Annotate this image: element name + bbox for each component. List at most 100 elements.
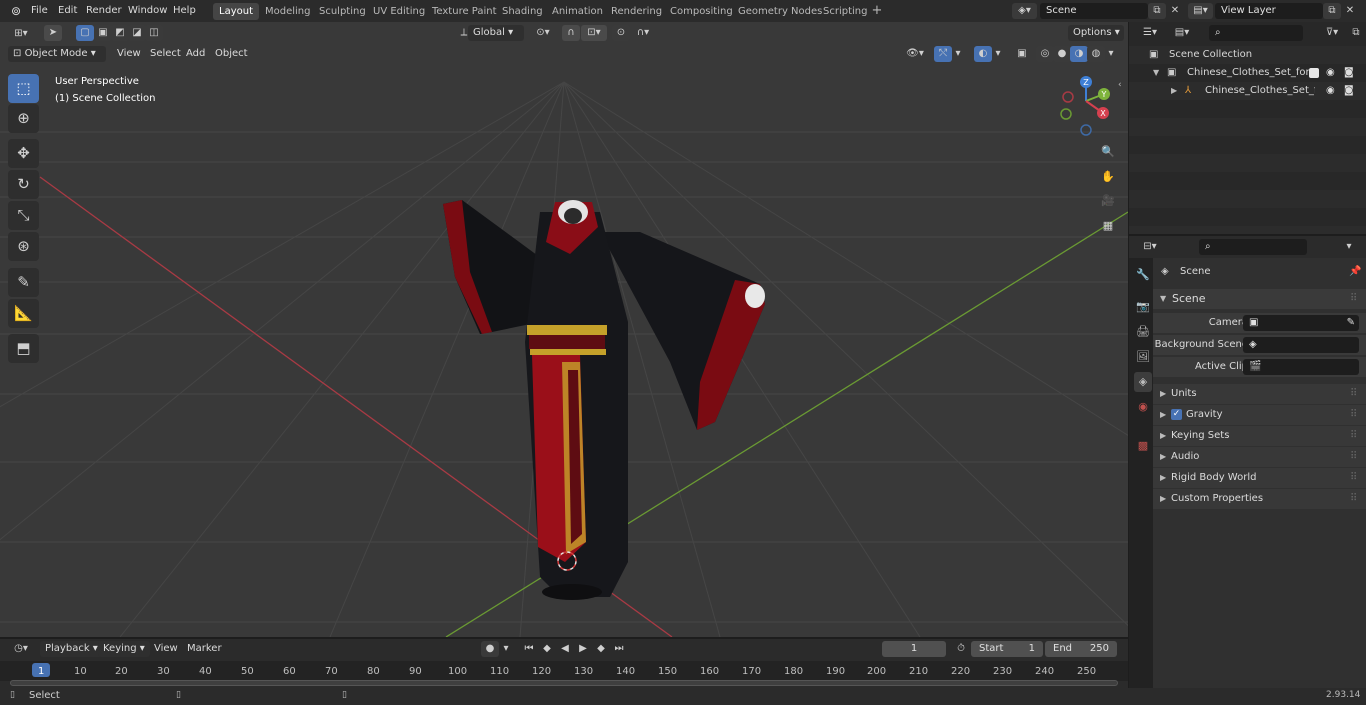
gravity-checkbox[interactable]: ✓ — [1171, 409, 1182, 420]
jump-start-icon[interactable]: ⏮ — [520, 641, 538, 657]
end-frame-field[interactable]: End 250 — [1045, 641, 1117, 657]
scene-panel-header[interactable]: ▼ Scene ⠿ — [1153, 289, 1366, 309]
start-frame-field[interactable]: Start 1 — [971, 641, 1043, 657]
sidebar-toggle-icon[interactable]: ‹ — [1118, 80, 1122, 90]
navigation-gizmo[interactable]: Z Y X — [1056, 74, 1116, 138]
menu-edit[interactable]: Edit — [58, 3, 77, 19]
overlay-toggle-icon[interactable]: ◐ — [974, 46, 992, 62]
select-tool-icon[interactable]: ➤ — [44, 25, 62, 41]
select-mode-subtract-icon[interactable]: ◩ — [111, 25, 129, 41]
expand-arrow-icon[interactable]: ▼ — [1153, 64, 1159, 82]
prev-keyframe-icon[interactable]: ◆ — [538, 641, 556, 657]
select-mode-difference-icon[interactable]: ◪ — [128, 25, 146, 41]
new-scene-icon[interactable]: ⧉ — [1148, 3, 1166, 19]
camera-field[interactable]: ▣ ✎ — [1243, 315, 1359, 331]
drag-handle-icon[interactable]: ⠿ — [1350, 468, 1357, 488]
rigid-body-world-panel-header[interactable]: ▶ Rigid Body World ⠿ — [1153, 468, 1366, 488]
eyedropper-icon[interactable]: ✎ — [1347, 315, 1359, 331]
pin-icon[interactable]: 📌 — [1349, 262, 1361, 282]
current-frame-field[interactable]: 1 — [882, 641, 946, 657]
exclude-checkbox[interactable] — [1309, 68, 1319, 78]
timeline-menu-marker[interactable]: Marker — [182, 641, 227, 657]
gizmo-dropdown-icon[interactable]: ▾ — [952, 46, 964, 62]
camera-icon[interactable]: ◙ — [1344, 64, 1354, 82]
scene-name-field[interactable]: Scene — [1040, 3, 1148, 19]
outliner-new-collection-icon[interactable]: ⧉ — [1347, 25, 1365, 41]
view-layer-selector-icon[interactable]: ▤▾ — [1188, 3, 1213, 19]
transform-orientation-dropdown[interactable]: Global ▾ — [468, 25, 524, 41]
playback-dropdown[interactable]: Playback ▾ — [40, 641, 103, 657]
timeline-menu-view[interactable]: View — [149, 641, 183, 657]
record-icon[interactable]: ● — [481, 641, 499, 657]
properties-search-input[interactable]: ⌕ — [1199, 239, 1307, 255]
next-keyframe-icon[interactable]: ◆ — [592, 641, 610, 657]
timeline-scrollbar[interactable] — [10, 680, 1118, 686]
tab-shading[interactable]: Shading — [496, 3, 549, 20]
falloff-icon[interactable]: ∩▾ — [630, 25, 656, 41]
tab-layout[interactable]: Layout — [213, 3, 259, 20]
camera-icon[interactable]: ◙ — [1344, 82, 1354, 100]
select-mode-new-icon[interactable]: ▢ — [76, 25, 94, 41]
menu-window[interactable]: Window — [128, 3, 167, 19]
drag-handle-icon[interactable]: ⠿ — [1350, 384, 1357, 404]
tool-select-box[interactable]: ⬚ — [8, 74, 39, 103]
expand-arrow-icon[interactable]: ▶ — [1171, 82, 1177, 100]
camera-view-icon[interactable]: 🎥 — [1098, 191, 1118, 211]
properties-options-icon[interactable]: ▾ — [1340, 239, 1358, 255]
pan-hand-icon[interactable]: ✋ — [1098, 167, 1118, 187]
gizmo-toggle-icon[interactable]: ⤲ — [934, 46, 952, 62]
3d-viewport[interactable]: ⊞▾ ➤ ▢ ▣ ◩ ◪ ◫ ⟂ Global ▾ ⊙▾ ∩ ⊡▾ ⊙ ∩▾ O… — [0, 22, 1128, 637]
tab-geometry-nodes[interactable]: Geometry Nodes — [732, 3, 828, 20]
play-icon[interactable]: ▶ — [574, 641, 592, 657]
tool-scale[interactable]: ⤡ — [8, 201, 39, 230]
drag-handle-icon[interactable]: ⠿ — [1350, 426, 1357, 446]
units-panel-header[interactable]: ▶ Units ⠿ — [1153, 384, 1366, 404]
add-workspace-button[interactable]: + — [870, 3, 884, 19]
eye-icon[interactable]: ◉ — [1326, 64, 1335, 82]
tool-add-cube[interactable]: ⬒ — [8, 334, 39, 363]
options-dropdown[interactable]: Options ▾ — [1068, 25, 1124, 41]
tool-rotate[interactable]: ↻ — [8, 170, 39, 199]
tab-scene-icon[interactable]: ◈ — [1134, 372, 1152, 392]
drag-handle-icon[interactable]: ⠿ — [1350, 489, 1357, 509]
tool-cursor[interactable]: ⊕ — [8, 104, 39, 133]
view-layer-field[interactable]: View Layer — [1215, 3, 1323, 19]
menu-file[interactable]: File — [31, 3, 48, 19]
editor-type-icon[interactable]: ⊞▾ — [8, 26, 34, 42]
tab-compositing[interactable]: Compositing — [664, 3, 739, 20]
keying-sets-panel-header[interactable]: ▶ Keying Sets ⠿ — [1153, 426, 1366, 446]
proportional-edit-icon[interactable]: ⊙ — [612, 25, 630, 41]
menu-help[interactable]: Help — [173, 3, 196, 19]
delete-view-layer-icon[interactable]: ✕ — [1341, 3, 1359, 19]
viewport-menu-object[interactable]: Object — [210, 46, 253, 62]
preview-range-icon[interactable]: ⏱ — [952, 641, 970, 657]
shading-wireframe-icon[interactable]: ◎ — [1036, 46, 1054, 62]
tool-annotate[interactable]: ✎ — [8, 268, 39, 297]
delete-scene-icon[interactable]: ✕ — [1166, 3, 1184, 19]
background-scene-field[interactable]: ◈ — [1243, 337, 1359, 353]
play-reverse-icon[interactable]: ◀ — [556, 641, 574, 657]
tab-world-icon[interactable]: ◉ — [1134, 397, 1152, 417]
pivot-icon[interactable]: ⊙▾ — [530, 25, 556, 41]
gravity-panel-header[interactable]: ▶ ✓ Gravity ⠿ — [1153, 405, 1366, 425]
visibility-toggle-icon[interactable]: 👁▾ — [902, 46, 928, 62]
properties-editor-type-icon[interactable]: ⊟▾ — [1137, 239, 1163, 255]
audio-panel-header[interactable]: ▶ Audio ⠿ — [1153, 447, 1366, 467]
tab-output-icon[interactable]: 🖨 — [1134, 322, 1152, 342]
snap-icon[interactable]: ∩ — [562, 25, 580, 41]
outliner-search-input[interactable]: ⌕ — [1209, 25, 1303, 41]
drag-handle-icon[interactable]: ⠿ — [1350, 405, 1357, 425]
ortho-grid-icon[interactable]: ▦ — [1098, 216, 1118, 236]
viewport-menu-view[interactable]: View — [112, 46, 146, 62]
shading-solid-icon[interactable]: ● — [1053, 46, 1071, 62]
outliner-display-mode-icon[interactable]: ▤▾ — [1169, 25, 1195, 41]
shading-rendered-icon[interactable]: ◍ — [1087, 46, 1105, 62]
object-mode-dropdown[interactable]: ⊡ Object Mode ▾ — [8, 46, 106, 62]
tab-uv-editing[interactable]: UV Editing — [367, 3, 431, 20]
outliner-row-collection[interactable]: ▼ ▣ Chinese_Clothes_Set_for_Mar ◉ ◙ — [1129, 64, 1366, 82]
tool-move[interactable]: ✥ — [8, 139, 39, 168]
tab-render-icon[interactable]: 📷 — [1134, 297, 1152, 317]
tab-scripting[interactable]: Scripting — [817, 3, 873, 20]
timeline-editor-type-icon[interactable]: ◷▾ — [8, 641, 34, 657]
outliner-editor-type-icon[interactable]: ☰▾ — [1137, 25, 1163, 41]
